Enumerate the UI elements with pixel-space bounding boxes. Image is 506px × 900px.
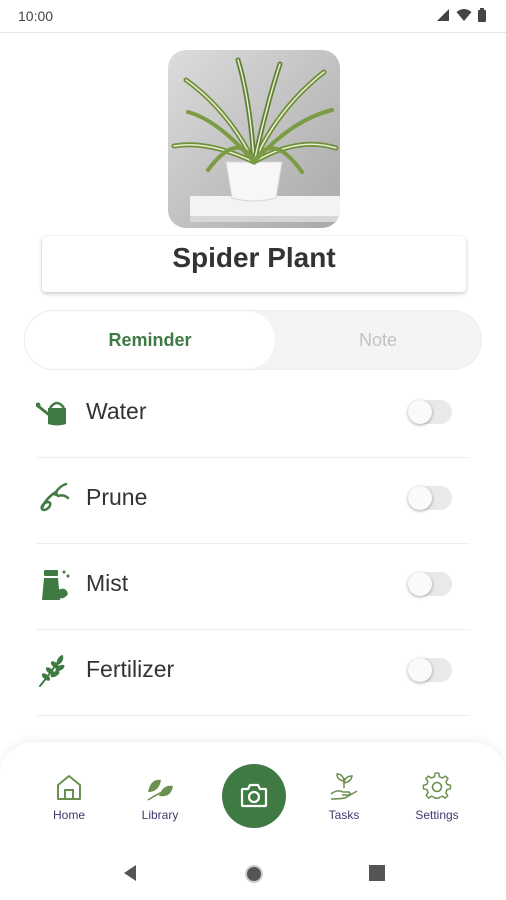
wifi-icon	[456, 9, 472, 21]
reminder-note-tabs: Reminder Note	[24, 310, 482, 370]
reminder-label-mist: Mist	[86, 570, 129, 596]
nav-label-tasks: Tasks	[328, 808, 360, 822]
bottom-nav: Home Library Tasks Settings	[0, 742, 506, 850]
prune-toggle[interactable]	[408, 486, 452, 510]
fertilizer-toggle[interactable]	[408, 658, 452, 682]
reminder-label-water: Water	[86, 398, 147, 424]
home-icon	[57, 775, 81, 800]
watering-can-icon	[36, 401, 66, 426]
nav-label-library: Library	[141, 808, 179, 822]
spray-bottle-icon	[42, 570, 70, 600]
nav-tasks[interactable]: Tasks	[304, 772, 384, 822]
plant-name-card: Spider Plant	[42, 236, 466, 292]
nav-settings[interactable]: Settings	[397, 772, 477, 822]
recents-icon[interactable]	[368, 864, 386, 882]
signal-icon	[437, 9, 449, 21]
back-icon[interactable]	[122, 864, 138, 882]
status-icons	[436, 8, 486, 22]
leaf-icon	[147, 779, 173, 801]
reminder-row-mist: Mist	[36, 544, 470, 630]
battery-icon	[478, 8, 486, 22]
toggle-knob	[408, 400, 432, 424]
tab-reminder[interactable]: Reminder	[25, 311, 275, 369]
system-nav-bar	[0, 850, 506, 900]
pruning-shears-icon	[40, 482, 70, 512]
plant-photo	[168, 50, 340, 228]
tab-note[interactable]: Note	[275, 311, 481, 369]
status-time: 10:00	[18, 8, 54, 24]
toggle-knob	[408, 572, 432, 596]
reminder-row-fertilizer: Fertilizer	[36, 630, 470, 716]
gear-icon	[422, 772, 452, 800]
nav-library[interactable]: Library	[120, 772, 200, 822]
reminder-label-prune: Prune	[86, 484, 148, 510]
home-button-icon[interactable]	[244, 864, 264, 884]
plant-hand-icon	[330, 773, 358, 800]
camera-icon	[240, 783, 268, 808]
divider	[36, 715, 470, 716]
mist-toggle[interactable]	[408, 572, 452, 596]
wheat-icon	[39, 655, 65, 687]
toggle-knob	[408, 658, 432, 682]
water-toggle[interactable]	[408, 400, 452, 424]
nav-home[interactable]: Home	[29, 772, 109, 822]
nav-label-home: Home	[52, 808, 85, 822]
reminder-row-prune: Prune	[36, 458, 470, 544]
reminder-label-fertilizer: Fertilizer	[86, 656, 175, 682]
plant-name: Spider Plant	[172, 242, 336, 273]
toggle-knob	[408, 486, 432, 510]
camera-button[interactable]	[222, 764, 286, 828]
reminder-row-water: Water	[36, 372, 470, 458]
status-bar: 10:00	[0, 0, 506, 33]
nav-label-settings: Settings	[415, 808, 459, 822]
